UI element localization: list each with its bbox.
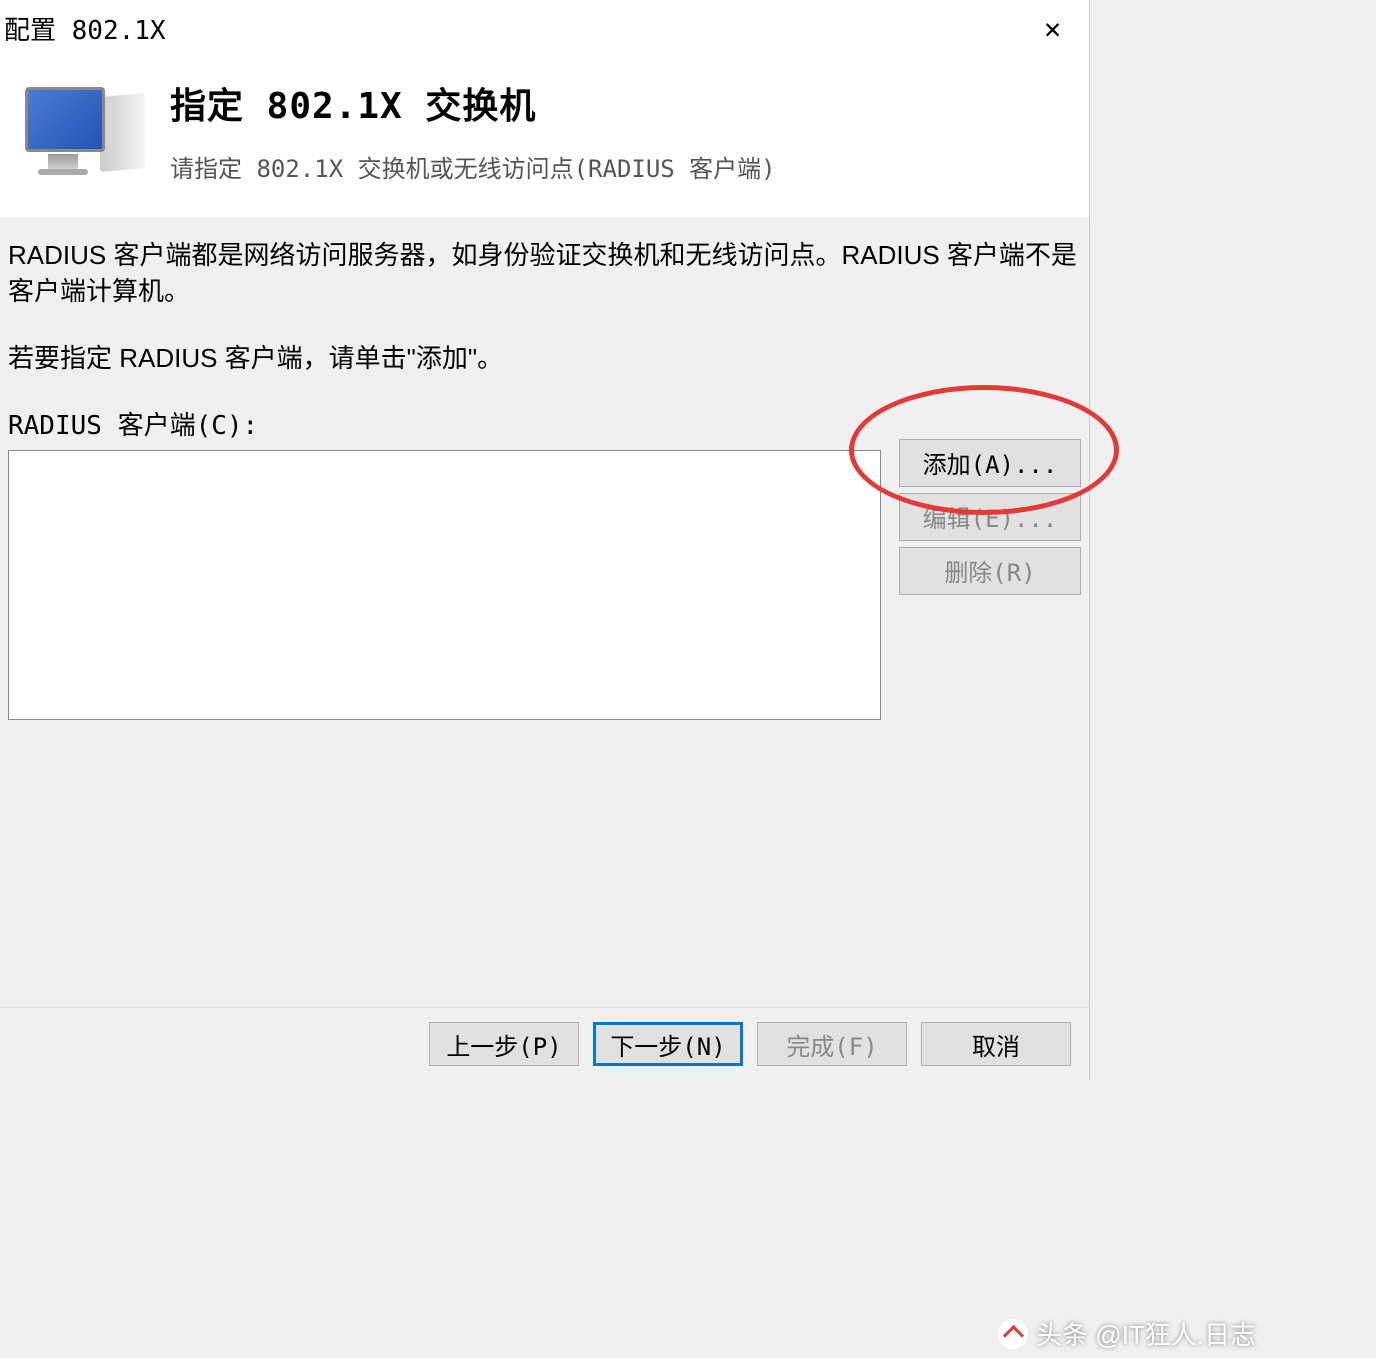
previous-button[interactable]: 上一步(P) <box>429 1022 579 1066</box>
description-text: RADIUS 客户端都是网络访问服务器，如身份验证交换机和无线访问点。RADIU… <box>8 237 1081 310</box>
list-label: RADIUS 客户端(C): <box>8 405 881 442</box>
cancel-button[interactable]: 取消 <box>921 1022 1071 1066</box>
remove-button: 删除(R) <box>899 547 1081 595</box>
body-section: RADIUS 客户端都是网络访问服务器，如身份验证交换机和无线访问点。RADIU… <box>0 217 1089 1007</box>
edit-button: 编辑(E)... <box>899 493 1081 541</box>
footer-section: 上一步(P) 下一步(N) 完成(F) 取消 <box>0 1007 1089 1080</box>
list-column: RADIUS 客户端(C): <box>8 405 881 720</box>
add-button[interactable]: 添加(A)... <box>899 439 1081 487</box>
page-subtitle: 请指定 802.1X 交换机或无线访问点(RADIUS 客户端) <box>170 149 1079 184</box>
finish-button: 完成(F) <box>757 1022 907 1066</box>
header-text: 指定 802.1X 交换机 请指定 802.1X 交换机或无线访问点(RADIU… <box>170 77 1079 184</box>
window-title: 配置 802.1X <box>4 10 166 47</box>
radius-clients-listbox[interactable] <box>8 450 881 720</box>
side-button-column: 添加(A)... 编辑(E)... 删除(R) <box>899 405 1081 595</box>
list-section: RADIUS 客户端(C): 添加(A)... 编辑(E)... 删除(R) <box>8 405 1081 720</box>
page-title: 指定 802.1X 交换机 <box>170 77 1079 129</box>
titlebar: 配置 802.1X ✕ <box>0 0 1089 57</box>
watermark-text: 头条 @IT狂人.日志 <box>1036 1315 1256 1352</box>
close-icon[interactable]: ✕ <box>1032 8 1073 49</box>
watermark-icon <box>998 1319 1028 1349</box>
monitor-icon <box>20 77 140 187</box>
dialog-window: 配置 802.1X ✕ 指定 802.1X 交换机 请指定 802.1X 交换机… <box>0 0 1090 1080</box>
instruction-text: 若要指定 RADIUS 客户端，请单击"添加"。 <box>8 338 1081 375</box>
header-section: 指定 802.1X 交换机 请指定 802.1X 交换机或无线访问点(RADIU… <box>0 57 1089 217</box>
next-button[interactable]: 下一步(N) <box>593 1022 743 1066</box>
watermark: 头条 @IT狂人.日志 <box>998 1315 1256 1352</box>
